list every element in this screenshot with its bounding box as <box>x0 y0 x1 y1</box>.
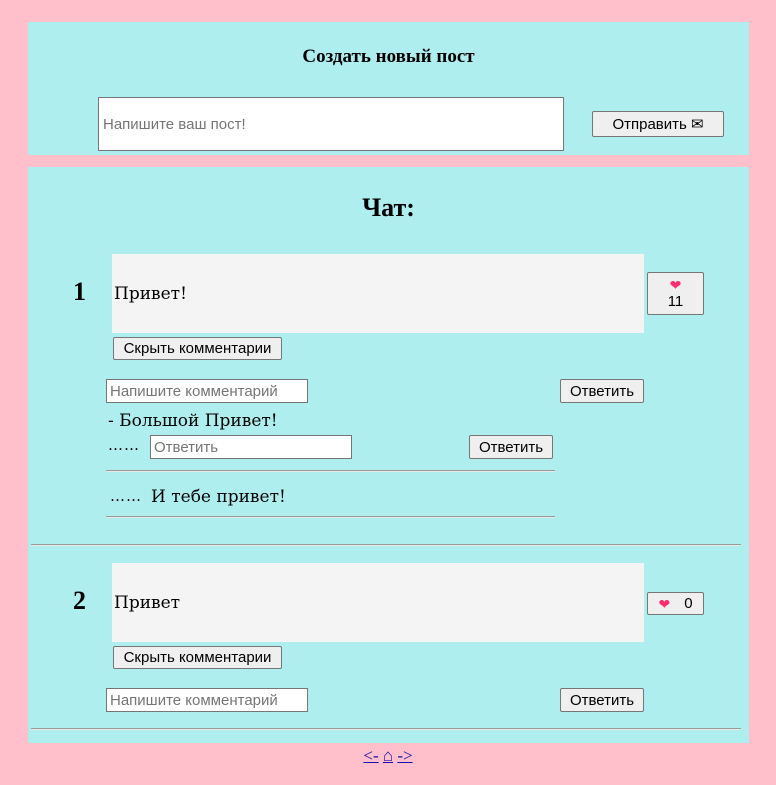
next-page-link[interactable]: -> <box>397 746 412 765</box>
send-post-button[interactable]: Отправить ✉ <box>592 111 724 137</box>
post-separator <box>31 728 741 730</box>
home-icon[interactable]: ⌂ <box>383 746 393 765</box>
post-separator <box>31 544 741 546</box>
post-number: 1 <box>73 277 86 306</box>
like-count: 0 <box>684 595 693 612</box>
reply-text: И тебе привет! <box>151 487 286 507</box>
reply-button[interactable]: Ответить <box>560 379 644 403</box>
reply-button[interactable]: Ответить <box>560 688 644 712</box>
hide-comments-button[interactable]: Скрыть комментарии <box>113 646 282 669</box>
chat-panel: Чат: 1 Привет! ❤ 11 Скрыть комментарии О… <box>28 167 749 743</box>
post-input[interactable] <box>98 97 564 151</box>
post-text: Привет! <box>114 283 187 304</box>
comment-reply-button[interactable]: Ответить <box>469 435 553 459</box>
reply-input[interactable] <box>150 435 352 459</box>
heart-icon: ❤ <box>658 595 671 612</box>
hide-comments-button[interactable]: Скрыть комментарии <box>113 337 282 360</box>
comment-text: - Большой Привет! <box>108 411 278 431</box>
post-number: 2 <box>73 586 86 615</box>
like-button[interactable]: ❤ 0 <box>647 592 704 615</box>
prev-page-link[interactable]: <- <box>363 746 378 765</box>
like-button[interactable]: ❤ 11 <box>647 272 704 315</box>
like-count: 11 <box>667 293 684 310</box>
divider <box>106 470 555 472</box>
comment-input[interactable] <box>106 379 308 403</box>
chat-title: Чат: <box>362 193 415 222</box>
post-text: Привет <box>114 592 181 613</box>
comment-input[interactable] <box>106 688 308 712</box>
divider <box>106 516 555 518</box>
heart-icon: ❤ <box>669 277 682 293</box>
create-post-title: Создать новый пост <box>302 46 475 67</box>
create-post-panel: Создать новый пост Отправить ✉ <box>28 22 749 155</box>
reply-indent-dots: …… <box>110 487 142 505</box>
post-body: Привет <box>112 563 644 642</box>
post-body: Привет! <box>112 254 644 333</box>
pagination-nav: <- ⌂ -> <box>0 746 776 766</box>
reply-indent-dots: …… <box>108 436 140 454</box>
